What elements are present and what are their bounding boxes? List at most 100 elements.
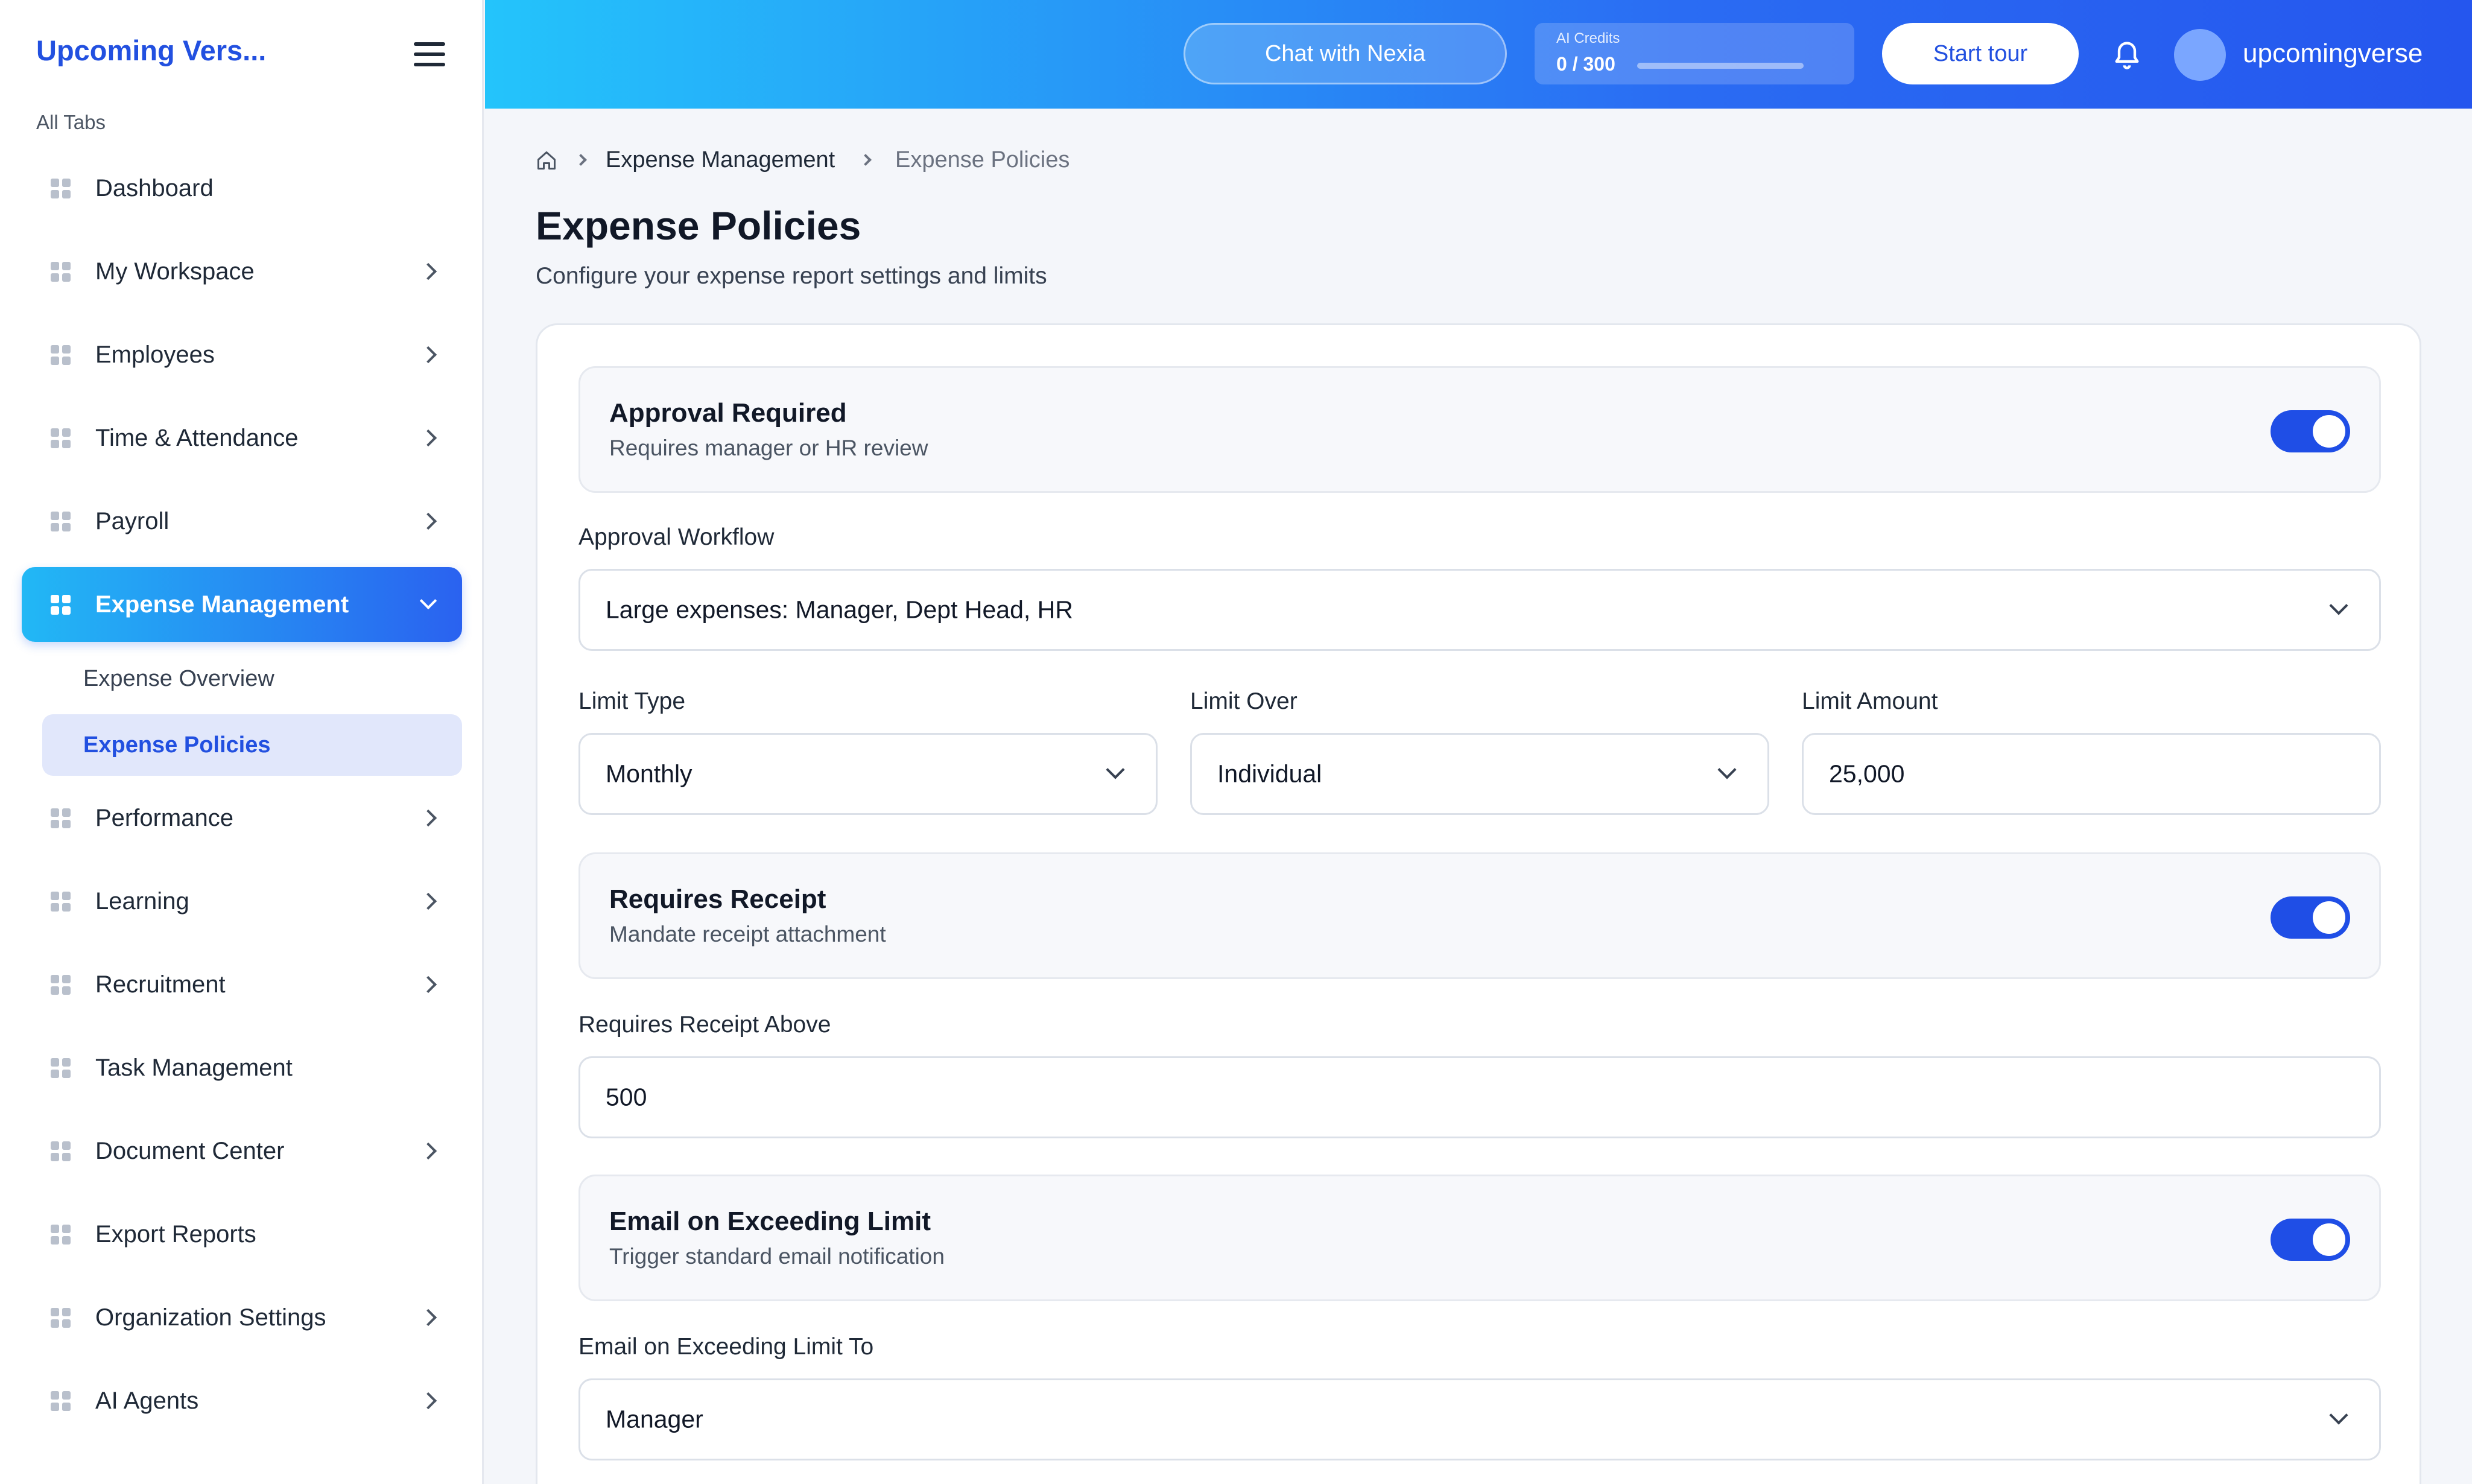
- requires-receipt-toggle[interactable]: [2271, 896, 2350, 939]
- limit-amount-input[interactable]: 25,000: [1802, 733, 2381, 815]
- sidebar-item-label: Employees: [95, 341, 215, 368]
- limit-amount-value: 25,000: [1829, 759, 1905, 788]
- section-label: All Tabs: [36, 111, 106, 133]
- approval-workflow-value: Large expenses: Manager, Dept Head, HR: [606, 595, 1073, 624]
- bell-icon[interactable]: [2111, 37, 2143, 72]
- grid-icon: [51, 1308, 71, 1328]
- chevron-right-icon: [419, 892, 437, 910]
- toggle-knob: [2313, 415, 2345, 448]
- sidebar-item-expense-management[interactable]: Expense Management: [22, 567, 462, 642]
- sidebar-item-label: Time & Attendance: [95, 424, 299, 451]
- chevron-right-icon: [419, 975, 437, 994]
- home-icon[interactable]: [536, 150, 557, 171]
- grid-icon: [51, 179, 71, 199]
- sidebar-item-employees[interactable]: Employees: [22, 317, 462, 392]
- approval-workflow-select[interactable]: Large expenses: Manager, Dept Head, HR: [578, 569, 2381, 651]
- chevron-right-icon: [419, 1142, 437, 1160]
- breadcrumb-parent[interactable]: Expense Management: [606, 147, 835, 173]
- sidebar-subitem-label: Expense Policies: [83, 732, 271, 758]
- email-exceeding-limit-to-value: Manager: [606, 1405, 703, 1433]
- grid-icon: [51, 512, 71, 532]
- grid-icon: [51, 595, 71, 615]
- grid-icon: [51, 808, 71, 829]
- approval-workflow-label: Approval Workflow: [578, 524, 775, 550]
- requires-receipt-above-value: 500: [606, 1083, 647, 1111]
- sidebar-item-my-workspace[interactable]: My Workspace: [22, 234, 462, 309]
- requires-receipt-subtitle: Mandate receipt attachment: [609, 922, 886, 947]
- limit-type-value: Monthly: [606, 759, 692, 788]
- start-tour-button[interactable]: Start tour: [1882, 23, 2079, 84]
- sidebar-item-label: Organization Settings: [95, 1304, 326, 1331]
- chevron-right-icon: [419, 809, 437, 827]
- chevron-down-icon: [1717, 760, 1737, 779]
- brand-name[interactable]: Upcoming Vers...: [36, 34, 266, 67]
- username[interactable]: upcomingverse: [2243, 39, 2423, 69]
- sidebar-subitem-label: Expense Overview: [83, 665, 274, 691]
- sidebar-subitem-expense-overview[interactable]: Expense Overview: [42, 648, 462, 709]
- grid-icon: [51, 428, 71, 449]
- expense-policy-card: Approval Required Requires manager or HR…: [536, 323, 2421, 1484]
- chevron-down-icon: [2329, 1406, 2348, 1425]
- approval-required-title: Approval Required: [609, 398, 847, 428]
- sidebar-item-label: Expense Management: [95, 591, 349, 618]
- sidebar-item-label: Payroll: [95, 507, 170, 534]
- approval-required-panel: Approval Required Requires manager or HR…: [578, 366, 2381, 493]
- sidebar-item-document-center[interactable]: Document Center: [22, 1114, 462, 1188]
- grid-icon: [51, 345, 71, 366]
- ai-credits-label: AI Credits: [1556, 30, 1620, 46]
- sidebar-subitem-expense-policies[interactable]: Expense Policies: [42, 714, 462, 776]
- chevron-right-icon: [419, 512, 437, 530]
- sidebar-item-learning[interactable]: Learning: [22, 864, 462, 939]
- sidebar-item-payroll[interactable]: Payroll: [22, 484, 462, 559]
- chevron-right-icon: [419, 346, 437, 364]
- chevron-right-icon: [419, 429, 437, 447]
- page-subtitle: Configure your expense report settings a…: [536, 263, 1047, 289]
- limit-amount-label: Limit Amount: [1802, 688, 1938, 714]
- sidebar-item-label: Dashboard: [95, 174, 214, 201]
- approval-required-toggle[interactable]: [2271, 410, 2350, 452]
- requires-receipt-above-input[interactable]: 500: [578, 1056, 2381, 1138]
- limit-over-value: Individual: [1217, 759, 1322, 788]
- requires-receipt-panel: Requires Receipt Mandate receipt attachm…: [578, 852, 2381, 979]
- ai-credits-value: 0 / 300: [1556, 53, 1615, 75]
- grid-icon: [51, 892, 71, 912]
- limit-type-select[interactable]: Monthly: [578, 733, 1158, 815]
- grid-icon: [51, 1391, 71, 1412]
- grid-icon: [51, 1225, 71, 1245]
- grid-icon: [51, 1058, 71, 1079]
- sidebar-item-recruitment[interactable]: Recruitment: [22, 947, 462, 1022]
- grid-icon: [51, 975, 71, 995]
- email-exceeding-limit-panel: Email on Exceeding Limit Trigger standar…: [578, 1175, 2381, 1301]
- sidebar-item-task-management[interactable]: Task Management: [22, 1030, 462, 1105]
- sidebar: Upcoming Vers... All Tabs Dashboard My W…: [0, 0, 484, 1484]
- sidebar-item-export-reports[interactable]: Export Reports: [22, 1197, 462, 1272]
- limit-over-label: Limit Over: [1190, 688, 1298, 714]
- top-header: Chat with Nexia AI Credits 0 / 300 Start…: [485, 0, 2472, 109]
- requires-receipt-title: Requires Receipt: [609, 884, 826, 914]
- grid-icon: [51, 1141, 71, 1162]
- hamburger-menu-icon[interactable]: [414, 42, 445, 66]
- sidebar-item-ai-agents[interactable]: AI Agents: [22, 1363, 462, 1438]
- chat-with-nexia-button[interactable]: Chat with Nexia: [1184, 23, 1507, 84]
- email-exceeding-limit-title: Email on Exceeding Limit: [609, 1207, 931, 1236]
- sidebar-item-label: Learning: [95, 887, 189, 915]
- sidebar-item-label: My Workspace: [95, 258, 255, 285]
- chevron-right-icon: [860, 154, 872, 166]
- sidebar-item-performance[interactable]: Performance: [22, 781, 462, 855]
- sidebar-item-label: Performance: [95, 804, 233, 831]
- sidebar-item-label: Document Center: [95, 1137, 285, 1164]
- sidebar-item-time-attendance[interactable]: Time & Attendance: [22, 401, 462, 475]
- chevron-down-icon: [2329, 596, 2348, 615]
- email-exceeding-limit-to-select[interactable]: Manager: [578, 1378, 2381, 1460]
- chevron-right-icon: [575, 154, 587, 166]
- limit-type-label: Limit Type: [578, 688, 686, 714]
- sidebar-item-organization-settings[interactable]: Organization Settings: [22, 1280, 462, 1355]
- sidebar-item-dashboard[interactable]: Dashboard: [22, 151, 462, 226]
- sidebar-item-label: Recruitment: [95, 971, 226, 998]
- chevron-right-icon: [419, 1392, 437, 1410]
- email-exceeding-limit-toggle[interactable]: [2271, 1219, 2350, 1261]
- ai-credits-widget: AI Credits 0 / 300: [1535, 23, 1854, 84]
- breadcrumb-current: Expense Policies: [895, 147, 1070, 173]
- user-avatar[interactable]: [2174, 29, 2226, 81]
- limit-over-select[interactable]: Individual: [1190, 733, 1769, 815]
